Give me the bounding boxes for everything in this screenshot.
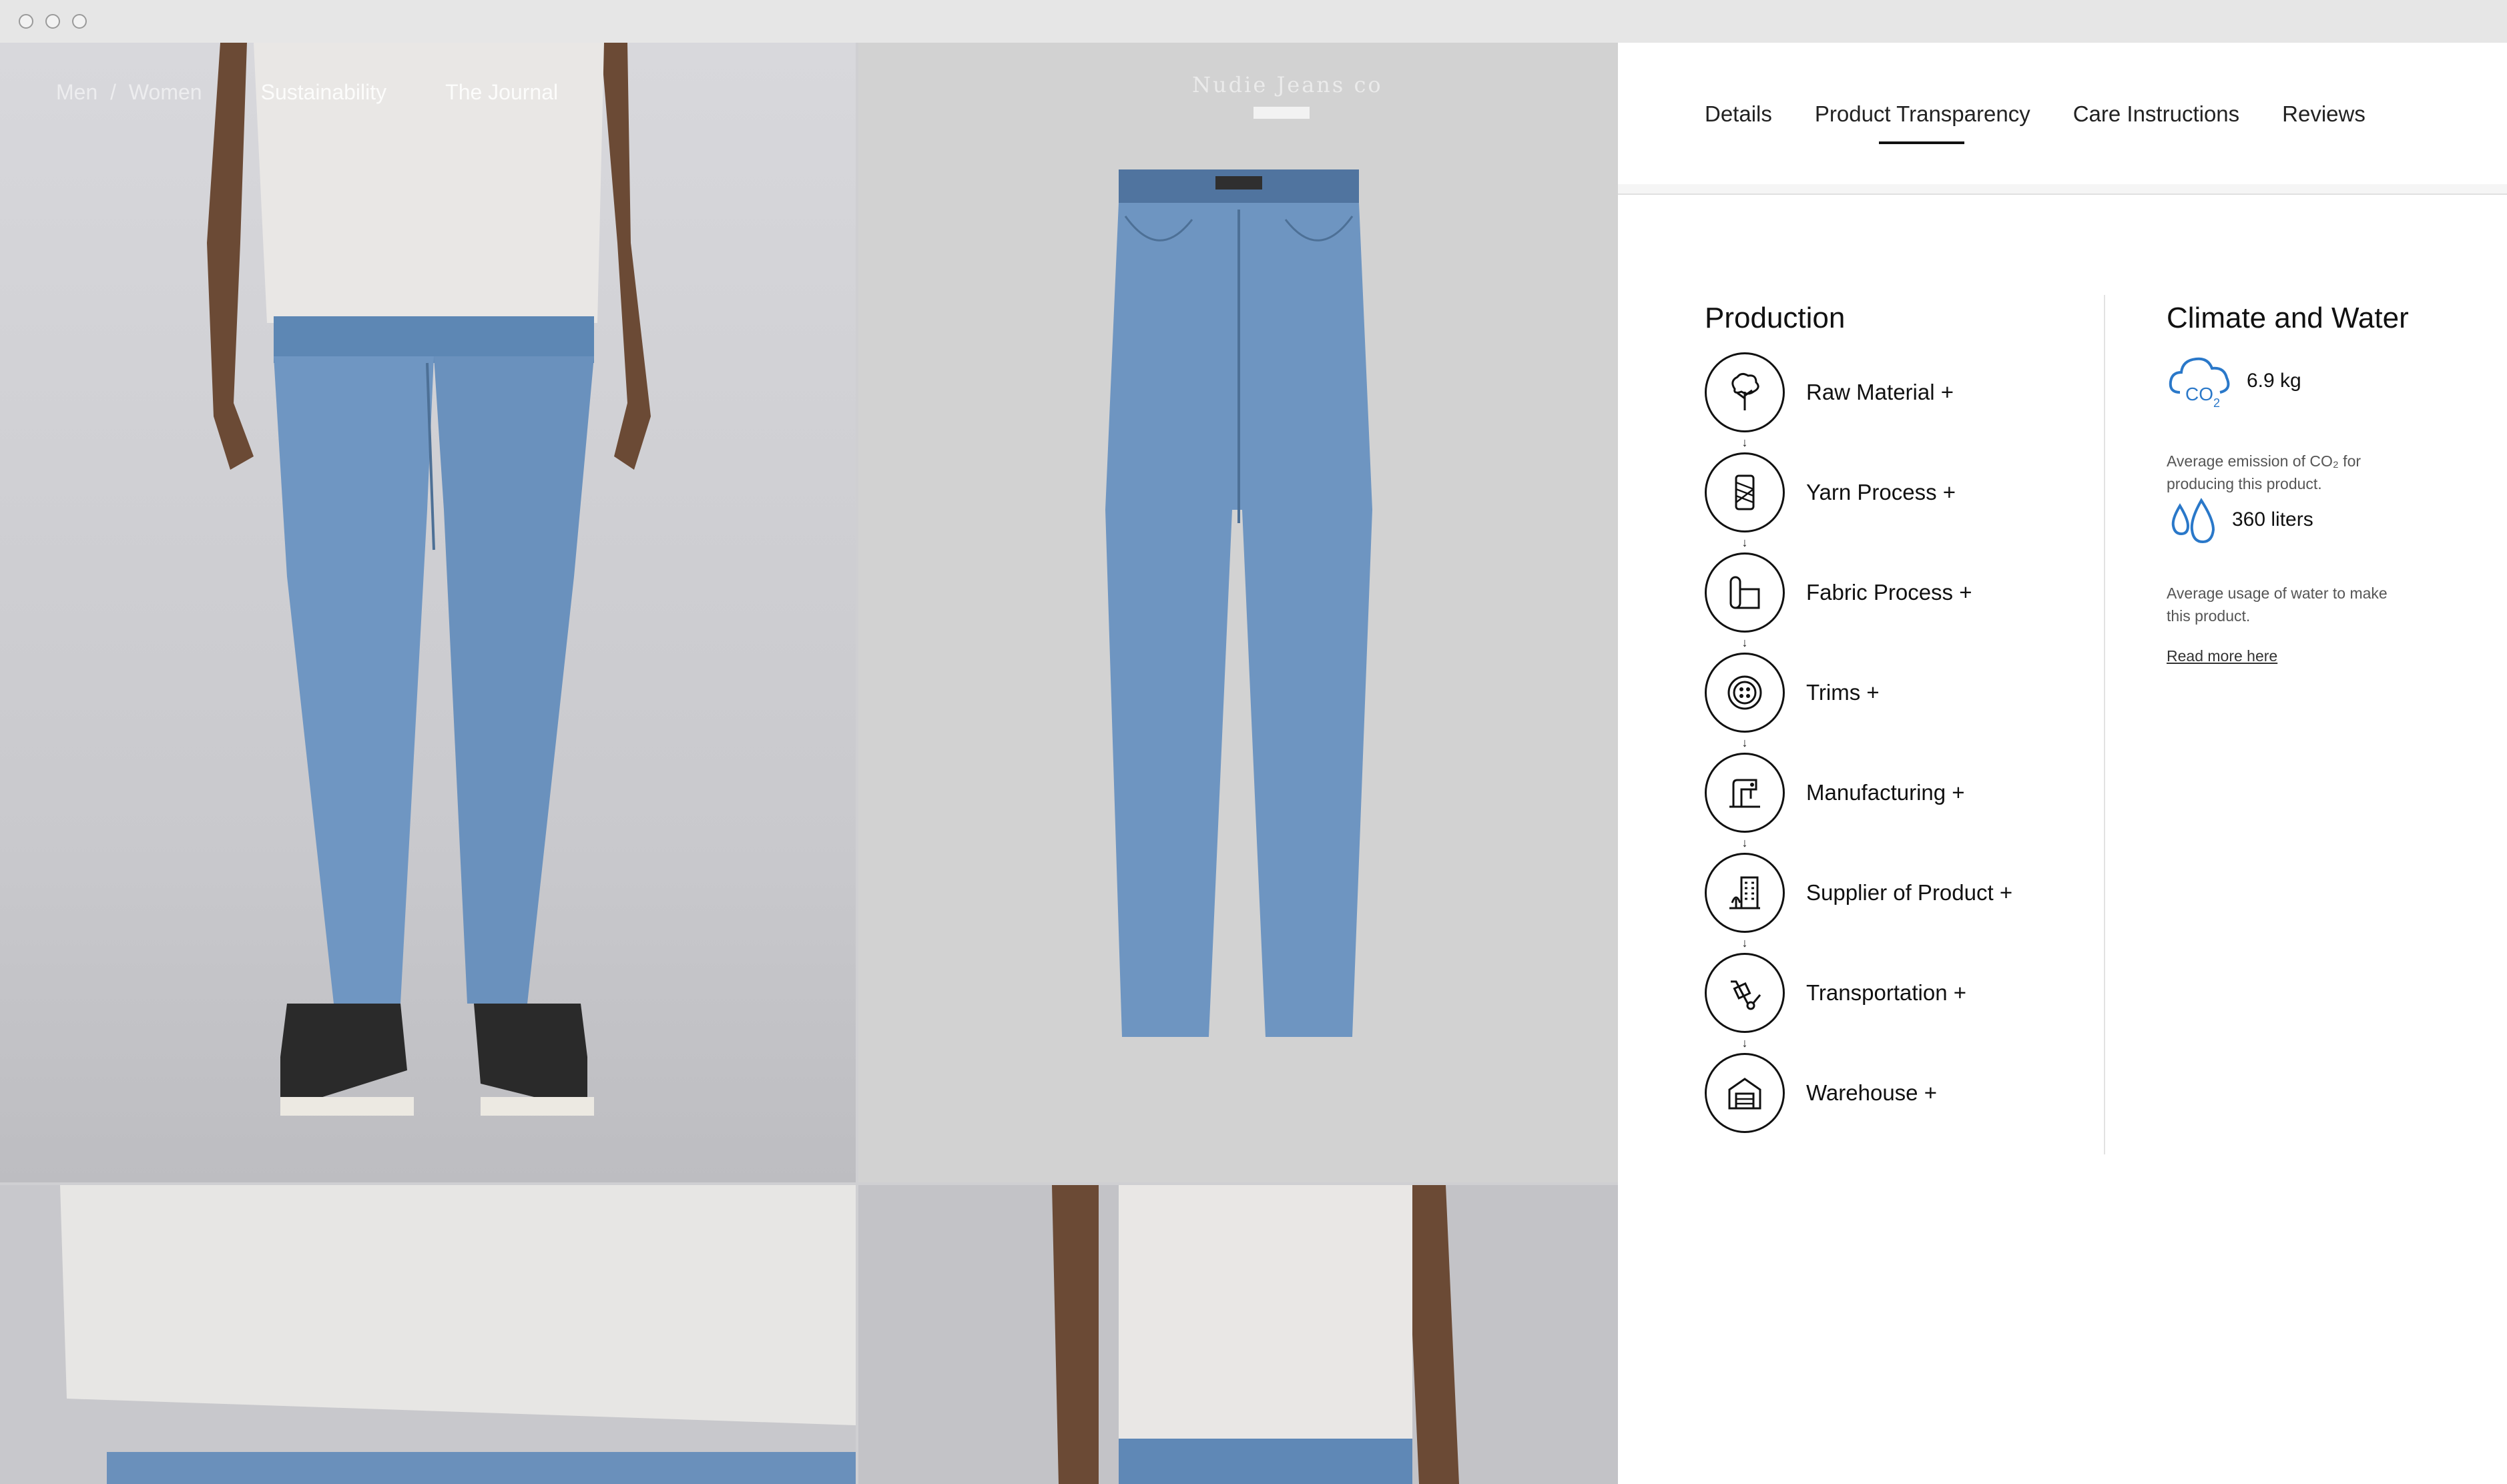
closeup-illustration [60, 1185, 856, 1484]
nav-sustainability-link[interactable]: Sustainability [261, 80, 387, 105]
yarn-spool-icon [1705, 452, 1785, 532]
product-gallery: Men / Women Sustainability The Journal N… [0, 43, 1618, 1484]
production-step-manufacturing[interactable]: Manufacturing + [1705, 751, 2078, 834]
read-more-link[interactable]: Read more here [2167, 647, 2277, 665]
tab-details[interactable]: Details [1705, 101, 1772, 132]
hand-truck-icon [1705, 953, 1785, 1033]
arrow-down-icon: ↓ [1741, 736, 1748, 749]
cotton-plant-icon [1705, 352, 1785, 432]
step-label: Yarn Process + [1806, 480, 1956, 504]
factory-building-icon [1705, 853, 1785, 933]
arrow-down-icon: ↓ [1741, 536, 1748, 549]
step-label: Supplier of Product + [1806, 880, 2013, 905]
button-icon [1705, 653, 1785, 733]
brand-logo[interactable]: Nudie Jeans co [1192, 72, 1383, 97]
climate-water-heading: Climate and Water [2167, 302, 2409, 334]
window-minimize-button[interactable] [45, 14, 60, 29]
water-description: Average usage of water to make this prod… [2167, 585, 2388, 625]
water-drops-icon [2171, 498, 2215, 544]
nav-separator: / [110, 80, 117, 104]
window-close-button[interactable] [19, 14, 33, 29]
production-step-raw-material[interactable]: Raw Material + [1705, 351, 2078, 434]
co2-metric: CO 2 6.9 kg [2167, 352, 2301, 410]
window-zoom-button[interactable] [72, 14, 87, 29]
model-back-illustration [1052, 1185, 1459, 1484]
co2-description: Average emission of CO₂ for producing th… [2167, 452, 2361, 492]
product-info-panel: Details Product Transparency Care Instru… [1618, 43, 2507, 1484]
nav-journal-link[interactable]: The Journal [445, 80, 558, 105]
production-step-transportation[interactable]: Transportation + [1705, 952, 2078, 1034]
sewing-machine-icon [1705, 753, 1785, 833]
arrow-down-icon: ↓ [1741, 1036, 1748, 1050]
tab-care-instructions[interactable]: Care Instructions [2073, 101, 2239, 132]
production-step-yarn-process[interactable]: Yarn Process + [1705, 451, 2078, 534]
arrow-down-icon: ↓ [1741, 436, 1748, 449]
gallery-image-product-flat[interactable] [858, 43, 1618, 1182]
step-label: Trims + [1806, 680, 1880, 705]
nav-women-link[interactable]: Women [129, 80, 202, 104]
section-divider [1618, 184, 2507, 195]
window-titlebar [0, 0, 2507, 43]
fabric-roll-icon [1705, 552, 1785, 633]
arrow-down-icon: ↓ [1741, 836, 1748, 849]
gallery-image-detail-closeup[interactable] [0, 1185, 856, 1484]
water-value: 360 liters [2232, 508, 2313, 530]
step-label: Manufacturing + [1806, 780, 1965, 805]
nav-men-women[interactable]: Men / Women [56, 80, 202, 105]
warehouse-icon [1705, 1053, 1785, 1133]
production-step-supplier[interactable]: Supplier of Product + [1705, 851, 2078, 934]
co2-cloud-icon: CO 2 [2169, 357, 2230, 410]
production-step-trims[interactable]: Trims + [1705, 651, 2078, 734]
svg-text:2: 2 [2213, 396, 2220, 410]
jeans-flat-illustration [1105, 169, 1372, 1037]
svg-text:CO: CO [2185, 384, 2213, 404]
tab-product-transparency[interactable]: Product Transparency [1815, 101, 2030, 144]
water-metric: 360 liters [2167, 490, 2313, 550]
production-step-warehouse[interactable]: Warehouse + [1705, 1052, 2078, 1134]
gallery-image-model-front[interactable] [0, 43, 856, 1182]
step-label: Fabric Process + [1806, 580, 1972, 605]
column-divider [2104, 295, 2105, 1154]
production-heading: Production [1705, 302, 1846, 334]
nav-men-link[interactable]: Men [56, 80, 97, 104]
production-step-fabric-process[interactable]: Fabric Process + [1705, 551, 2078, 634]
tab-reviews[interactable]: Reviews [2282, 101, 2365, 132]
co2-value: 6.9 kg [2247, 370, 2301, 392]
arrow-down-icon: ↓ [1741, 636, 1748, 649]
arrow-down-icon: ↓ [1741, 936, 1748, 950]
gallery-image-model-back[interactable] [858, 1185, 1618, 1484]
product-tabs: Details Product Transparency Care Instru… [1705, 101, 2365, 144]
top-navigation: Men / Women Sustainability The Journal [56, 80, 558, 105]
logo-underline-bar [1254, 107, 1310, 119]
step-label: Transportation + [1806, 980, 1966, 1005]
step-label: Warehouse + [1806, 1080, 1937, 1105]
model-front-illustration [207, 43, 651, 1116]
step-label: Raw Material + [1806, 380, 1954, 404]
